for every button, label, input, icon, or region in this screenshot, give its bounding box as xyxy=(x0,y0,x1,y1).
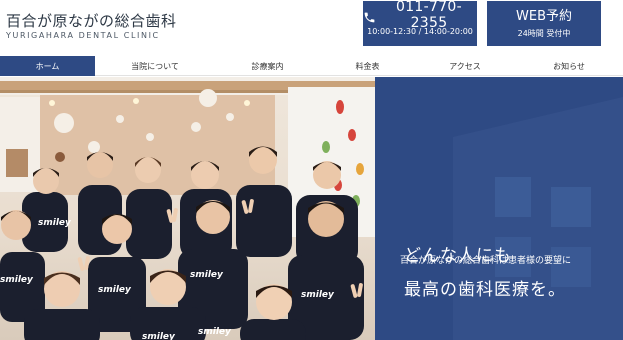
logo-japanese-name: 百合が原ながの総合歯科 xyxy=(6,12,177,30)
nav-item-access[interactable]: アクセス xyxy=(415,56,515,76)
staff-group-photo: smiley smiley smiley smiley smiley smile… xyxy=(0,77,375,340)
nav-item-fees[interactable]: 料金表 xyxy=(320,56,415,76)
svg-text:smiley: smiley xyxy=(142,332,176,340)
nav-item-news[interactable]: お知らせ xyxy=(515,56,623,76)
web-reservation-title: WEB予約 xyxy=(516,9,572,24)
svg-text:smiley: smiley xyxy=(98,285,132,295)
logo-english-name: YURIGAHARA DENTAL CLINIC xyxy=(6,31,160,40)
svg-text:smiley: smiley xyxy=(0,275,34,285)
svg-text:smiley: smiley xyxy=(190,270,224,280)
svg-text:smiley: smiley xyxy=(198,327,232,337)
phone-contact-button[interactable]: 011-770-2355 10:00-12:30 / 14:00-20:00 xyxy=(363,0,477,46)
site-header: 百合が原ながの総合歯科 YURIGAHARA DENTAL CLINIC 011… xyxy=(0,0,623,56)
nav-item-about[interactable]: 当院について xyxy=(95,56,215,76)
nav-item-services[interactable]: 診療案内 xyxy=(215,56,320,76)
phone-icon xyxy=(363,9,376,22)
web-reservation-subtitle: 24時間 受付中 xyxy=(517,29,571,38)
svg-text:smiley: smiley xyxy=(38,218,72,228)
web-reservation-button[interactable]: WEB予約 24時間 受付中 xyxy=(487,1,601,46)
hero-section: smiley smiley smiley smiley smiley smile… xyxy=(0,77,623,340)
hero-description: 百合が原ながの総合歯科は患者様の要望に xyxy=(400,256,572,266)
business-hours: 10:00-12:30 / 14:00-20:00 xyxy=(367,27,473,36)
svg-text:smiley: smiley xyxy=(301,290,335,300)
clinic-logo[interactable]: 百合が原ながの総合歯科 YURIGAHARA DENTAL CLINIC xyxy=(6,13,177,41)
hero-catchphrase: どんな人にも 最高の歯科医療を。 xyxy=(404,239,566,307)
nav-item-home[interactable]: ホーム xyxy=(0,56,95,76)
global-nav: ホーム 当院について 診療案内 料金表 アクセス お知らせ xyxy=(0,56,623,76)
hero-heading-line-2: 最高の歯科医療を。 xyxy=(404,280,566,300)
